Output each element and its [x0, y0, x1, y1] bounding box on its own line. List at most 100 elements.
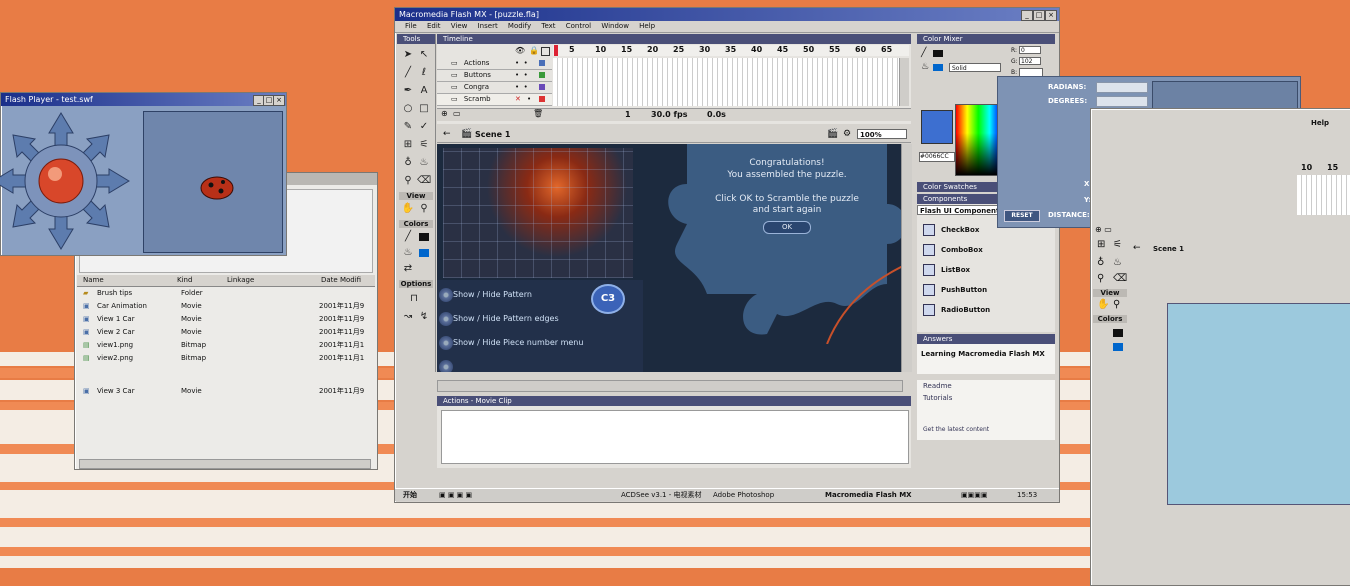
zoom-tool-icon[interactable]: ⚲ [1113, 299, 1120, 310]
fill-color-icon[interactable]: ♨ [401, 246, 415, 260]
eye-icon[interactable]: 👁 [515, 46, 525, 55]
layer-delete-icon[interactable]: ✕ [515, 94, 521, 105]
fill-swatch[interactable] [933, 64, 943, 71]
show-hide-edges-option[interactable]: Show / Hide Pattern edges [453, 314, 559, 323]
library-row[interactable]: ▣ View 1 Car Movie 2001年11月9 [77, 313, 375, 326]
library-scrollbar[interactable] [79, 459, 371, 469]
hand-tool-icon[interactable]: ✋ [401, 202, 415, 216]
stroke-swatch[interactable] [933, 50, 943, 57]
actions-editor[interactable] [441, 410, 909, 464]
show-hide-pattern-option[interactable]: Show / Hide Pattern [453, 290, 532, 299]
menu-edit[interactable]: Edit [427, 22, 441, 30]
layer-color-box[interactable] [539, 72, 545, 78]
layer-row[interactable]: ▭ Buttons • • [437, 70, 552, 82]
layer-row[interactable]: ▭ Actions • • [437, 58, 552, 70]
r-input[interactable]: 0 [1019, 46, 1041, 54]
text-tool-icon[interactable]: A [417, 84, 431, 98]
pen-tool-icon[interactable]: ✒ [401, 84, 415, 98]
column-kind[interactable]: Kind [177, 275, 192, 286]
subselect-tool-icon[interactable]: ↖ [417, 48, 431, 62]
layer-color-box[interactable] [539, 84, 545, 90]
actions-header[interactable]: Actions - Movie Clip [437, 396, 911, 406]
rectangle-tool-icon[interactable]: □ [417, 102, 431, 116]
g-input[interactable]: 102 [1019, 57, 1041, 65]
oval-tool-icon[interactable]: ○ [401, 102, 415, 116]
paint-bucket-tool-icon[interactable]: ♨ [1113, 257, 1122, 268]
library-row[interactable]: ▰ Brush tips Folder [77, 287, 375, 300]
stroke-color-swatch[interactable] [419, 233, 429, 241]
tools-header[interactable]: Tools [397, 34, 435, 44]
lasso-tool-icon[interactable]: ℓ [417, 66, 431, 80]
menu-modify[interactable]: Modify [508, 22, 531, 30]
eyedropper-tool-icon[interactable]: ⚲ [401, 174, 415, 188]
component-combobox[interactable]: ComboBox [923, 242, 983, 258]
paint-bucket-tool-icon[interactable]: ♨ [417, 156, 431, 170]
brush-tool-icon[interactable]: ✓ [417, 120, 431, 134]
degrees-field[interactable] [1096, 96, 1148, 107]
component-checkbox[interactable]: CheckBox [923, 222, 979, 238]
menu-view[interactable]: View [451, 22, 468, 30]
free-transform-tool-icon[interactable]: ⊞ [1097, 239, 1105, 250]
fill-color-icon[interactable]: ♨ [921, 62, 929, 72]
library-row[interactable]: ▣ View 2 Car Movie 2001年11月9 [77, 326, 375, 339]
stage-area[interactable]: Congratulations! You assembled the puzzl… [437, 144, 901, 372]
eyedropper-tool-icon[interactable]: ⚲ [1097, 273, 1104, 284]
timeline-scrollbar-v[interactable] [899, 58, 909, 106]
ok-button[interactable]: OK [763, 221, 811, 234]
snap-magnet-icon[interactable]: ⊓ [407, 292, 421, 306]
pencil-tool-icon[interactable]: ✎ [401, 120, 415, 134]
fill-transform-tool-icon[interactable]: ⚟ [1113, 239, 1122, 250]
add-folder-icon[interactable]: ▭ [453, 109, 461, 118]
add-layer-icon[interactable]: ⊕ [441, 109, 448, 118]
layer-color-box[interactable] [539, 96, 545, 102]
show-hide-number-option[interactable]: Show / Hide Piece number menu [453, 338, 583, 347]
answers-footer[interactable]: Get the latest content [923, 426, 989, 433]
line-tool-icon[interactable]: ╱ [401, 66, 415, 80]
back-arrow-icon[interactable]: ← [1133, 243, 1141, 253]
stroke-color-icon[interactable]: ╱ [921, 48, 926, 58]
reset-button[interactable]: RESET [1004, 210, 1040, 222]
player-titlebar[interactable]: Flash Player - test.swf [1, 93, 286, 106]
frame-grid[interactable] [553, 58, 899, 106]
flash-titlebar[interactable]: Macromedia Flash MX - [puzzle.fla] [395, 8, 1059, 21]
back-arrow-icon[interactable]: ← [443, 129, 451, 139]
taskbar-task-flash[interactable]: Macromedia Flash MX [825, 489, 912, 501]
library-row[interactable]: ▤ view2.png Bitmap 2001年11月1 [77, 352, 375, 365]
maximize-button[interactable]: □ [1033, 10, 1045, 21]
menu-text[interactable]: Text [541, 22, 555, 30]
smooth-icon[interactable]: ↝ [401, 310, 415, 324]
trash-icon[interactable]: 🗑 [533, 109, 543, 118]
component-listbox[interactable]: ListBox [923, 262, 970, 278]
swap-colors-icon[interactable]: ⇄ [401, 262, 415, 276]
hex-value[interactable]: #0066CC [919, 152, 955, 162]
library-row[interactable]: ▣ View 3 Car Movie 2001年11月9 [77, 385, 375, 398]
minimize-button[interactable]: _ [1021, 10, 1033, 21]
layer-row[interactable]: ▭ Congra • • [437, 82, 552, 94]
stage-scrollbar-h[interactable] [437, 380, 903, 392]
column-name[interactable]: Name [83, 275, 104, 286]
component-radiobutton[interactable]: RadioButton [923, 302, 990, 318]
column-linkage[interactable]: Linkage [227, 275, 254, 286]
stroke-swatch[interactable] [1113, 329, 1123, 337]
ink-bottle-tool-icon[interactable]: ♁ [401, 156, 415, 170]
right-stage[interactable] [1167, 303, 1350, 505]
close-button[interactable]: × [1045, 10, 1057, 21]
menu-help[interactable]: Help [639, 22, 655, 30]
eraser-tool-icon[interactable]: ⌫ [417, 174, 431, 188]
fill-type-select[interactable]: Solid [949, 63, 1001, 72]
lock-icon[interactable]: 🔒 [529, 46, 539, 55]
ladybug-graphic[interactable] [197, 173, 237, 203]
menu-insert[interactable]: Insert [478, 22, 498, 30]
playhead[interactable] [554, 45, 558, 56]
fill-color-swatch[interactable] [419, 249, 429, 257]
taskbar-task-acdsee[interactable]: ACDSee v3.1 - 电视素材 [621, 489, 701, 501]
library-row[interactable]: ▤ view1.png Bitmap 2001年11月1 [77, 339, 375, 352]
answers-link-tutorials[interactable]: Tutorials [923, 394, 952, 402]
fill-transform-tool-icon[interactable]: ⚟ [417, 138, 431, 152]
eraser-tool-icon[interactable]: ⌫ [1113, 273, 1127, 284]
zoom-select[interactable]: 100% [857, 129, 907, 139]
fill-swatch[interactable] [1113, 343, 1123, 351]
direction-arrows-graphic[interactable] [0, 111, 131, 251]
column-date[interactable]: Date Modifi [321, 275, 361, 286]
stroke-color-icon[interactable]: ╱ [401, 230, 415, 244]
